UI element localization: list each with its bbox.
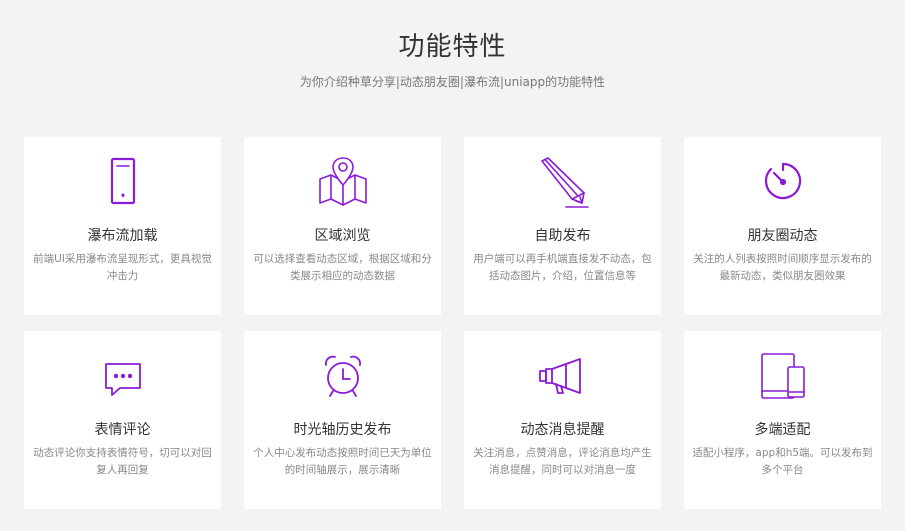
megaphone-icon [536, 349, 590, 403]
feature-name: 多端适配 [754, 422, 811, 438]
feature-desc: 关注消息，点赞消息，评论消息均产生消息提醒，同时可以对消息一度 [473, 447, 652, 476]
features-grid: 瀑布流加载 前端UI采用瀑布流呈现形式，更具视觉冲击力 区域浏览 可以选择查看动… [24, 137, 881, 509]
feature-desc: 用户端可以再手机端直接发不动态，包括动态图片，介绍，位置信息等 [473, 253, 652, 282]
feature-name: 自助发布 [534, 228, 591, 244]
section-title: 功能特性 [398, 32, 507, 62]
feature-name: 表情评论 [94, 422, 151, 438]
feature-name: 区域浏览 [314, 228, 371, 244]
feature-desc: 个人中心发布动态按照时间已天为单位的时间轴展示，展示清晰 [253, 447, 432, 476]
timer-icon [756, 155, 810, 209]
feature-desc: 关注的人列表按照时间顺序显示发布的最新动态，类似朋友圈效果 [693, 253, 872, 282]
pencil-icon [536, 155, 590, 209]
feature-card-comments: 表情评论 动态评论你支持表情符号，切可以对回复人再回复 [24, 331, 221, 509]
feature-desc: 适配小程序，app和h5端。可以发布到多个平台 [692, 447, 873, 476]
feature-name: 动态消息提醒 [520, 422, 605, 438]
feature-card-multiplatform: 多端适配 适配小程序，app和h5端。可以发布到多个平台 [684, 331, 881, 509]
section-subtitle: 为你介绍种草分享|动态朋友圈|瀑布流|uniapp的功能特性 [299, 75, 606, 89]
feature-desc: 可以选择查看动态区域，根据区域和分类展示相应的动态数据 [253, 253, 432, 282]
phone-icon [96, 155, 150, 209]
alarm-clock-icon [316, 349, 370, 403]
feature-name: 时光轴历史发布 [293, 422, 392, 438]
features-section: 功能特性 为你介绍种草分享|动态朋友圈|瀑布流|uniapp的功能特性 瀑布流加… [0, 0, 905, 531]
feature-desc: 动态评论你支持表情符号，切可以对回复人再回复 [33, 447, 212, 476]
feature-name: 瀑布流加载 [87, 228, 158, 244]
feature-card-notifications: 动态消息提醒 关注消息，点赞消息，评论消息均产生消息提醒，同时可以对消息一度 [464, 331, 661, 509]
feature-desc: 前端UI采用瀑布流呈现形式，更具视觉冲击力 [33, 253, 212, 282]
feature-card-moments: 朋友圈动态 关注的人列表按照时间顺序显示发布的最新动态，类似朋友圈效果 [684, 137, 881, 315]
map-icon [316, 155, 370, 209]
feature-card-publish: 自助发布 用户端可以再手机端直接发不动态，包括动态图片，介绍，位置信息等 [464, 137, 661, 315]
feature-name: 朋友圈动态 [747, 228, 818, 244]
feature-card-timeline: 时光轴历史发布 个人中心发布动态按照时间已天为单位的时间轴展示，展示清晰 [244, 331, 441, 509]
devices-icon [756, 349, 810, 403]
feature-card-waterfall: 瀑布流加载 前端UI采用瀑布流呈现形式，更具视觉冲击力 [24, 137, 221, 315]
chat-icon [96, 349, 150, 403]
feature-card-region: 区域浏览 可以选择查看动态区域，根据区域和分类展示相应的动态数据 [244, 137, 441, 315]
